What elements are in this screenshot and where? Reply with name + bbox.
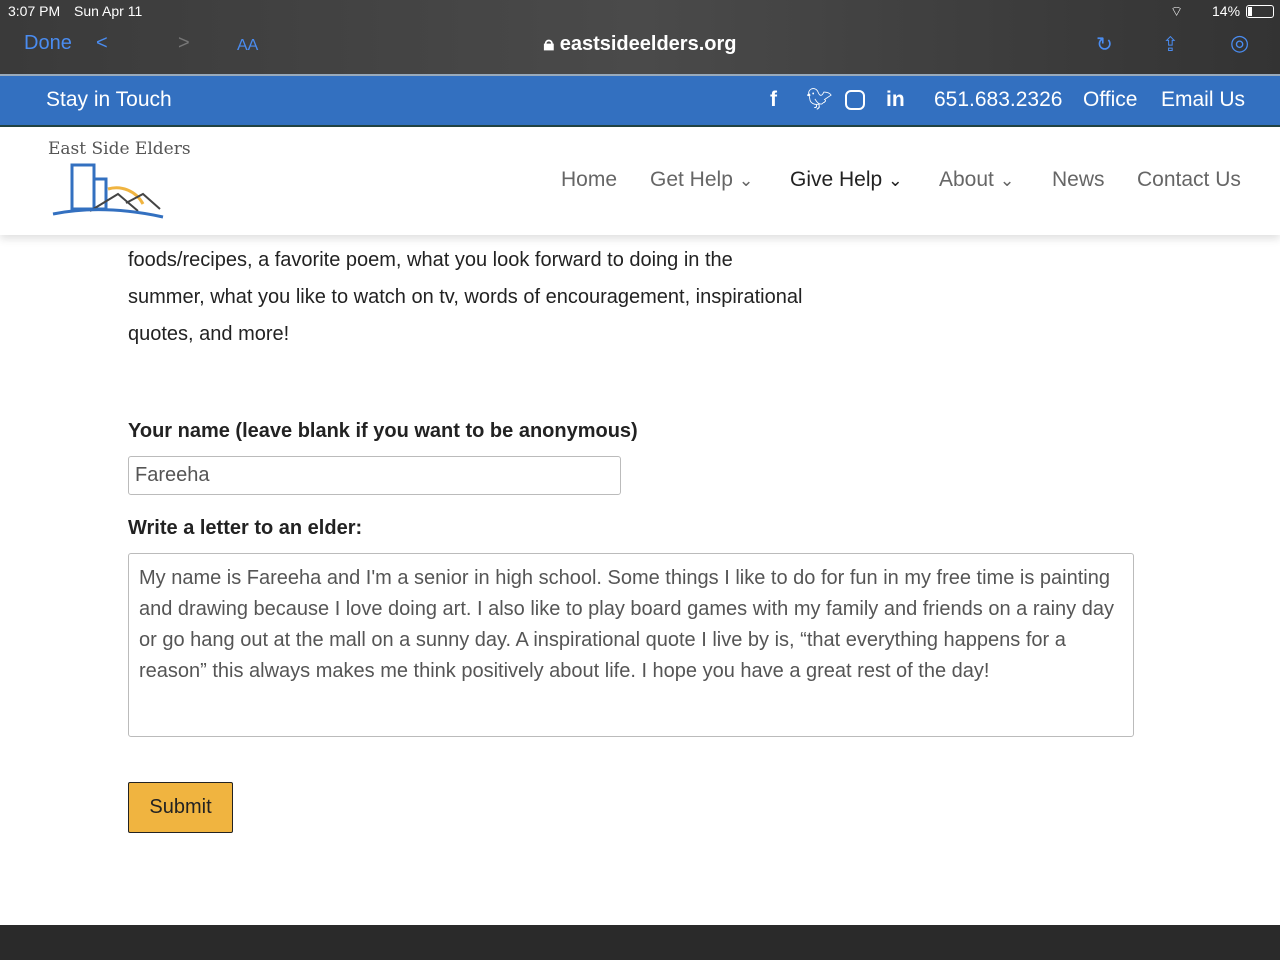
battery-icon bbox=[1246, 5, 1274, 18]
nav-get-help[interactable]: Get Help ⌄ bbox=[650, 168, 753, 192]
chevron-down-icon: ⌄ bbox=[999, 170, 1015, 190]
instagram-icon[interactable] bbox=[845, 90, 865, 110]
browser-chrome: 3:07 PM Sun Apr 11 ⌔ 14% Done < > AA 🔒︎ … bbox=[0, 0, 1280, 74]
letter-label: Write a letter to an elder: bbox=[128, 517, 363, 539]
lock-icon: 🔒︎ bbox=[543, 33, 555, 55]
contact-bar: Stay in Touch f 🐦︎ in 651.683.2326 Offic… bbox=[0, 74, 1280, 127]
footer bbox=[0, 925, 1280, 960]
office-link[interactable]: Office bbox=[1083, 88, 1137, 112]
submit-button[interactable]: Submit bbox=[128, 782, 233, 833]
wifi-icon: ⌔ bbox=[1170, 3, 1184, 19]
chevron-down-icon: ⌄ bbox=[888, 170, 903, 190]
name-label: Your name (leave blank if you want to be… bbox=[128, 420, 638, 442]
compass-icon[interactable]: ◎ bbox=[1230, 30, 1249, 56]
battery-level: 14% bbox=[1212, 3, 1241, 19]
nav-about[interactable]: About ⌄ bbox=[939, 168, 1014, 192]
nav-label: Get Help bbox=[650, 168, 733, 191]
nav-give-help[interactable]: Give Help ⌄ bbox=[790, 168, 903, 192]
reload-icon[interactable]: ↻ bbox=[1096, 32, 1113, 57]
nav-home[interactable]: Home bbox=[561, 168, 617, 192]
logo-text: East Side Elders bbox=[48, 139, 191, 159]
linkedin-icon[interactable]: in bbox=[886, 88, 905, 112]
logo[interactable]: East Side Elders bbox=[48, 139, 191, 224]
logo-graphic bbox=[52, 163, 164, 219]
status-time: 3:07 PM bbox=[8, 3, 61, 19]
nav-label: About bbox=[939, 168, 994, 191]
intro-text: foods/recipes, a favorite poem, what you… bbox=[128, 249, 803, 345]
address-bar[interactable]: 🔒︎ eastsideelders.org bbox=[0, 33, 1280, 56]
email-link[interactable]: Email Us bbox=[1161, 88, 1245, 112]
stay-in-touch: Stay in Touch bbox=[46, 88, 172, 111]
nav-label: Give Help bbox=[790, 168, 883, 191]
status-date: Sun Apr 11 bbox=[74, 3, 143, 19]
letter-textarea[interactable]: My name is Fareeha and I'm a senior in h… bbox=[128, 553, 1134, 737]
url-text: eastsideelders.org bbox=[559, 33, 737, 55]
twitter-icon[interactable]: 🐦︎ bbox=[806, 88, 833, 112]
facebook-icon[interactable]: f bbox=[770, 88, 777, 112]
nav-news[interactable]: News bbox=[1052, 168, 1105, 192]
main-nav: East Side Elders Home Get Help ⌄ Give He… bbox=[0, 127, 1280, 235]
share-icon[interactable]: ⇪ bbox=[1162, 32, 1179, 57]
phone-link[interactable]: 651.683.2326 bbox=[934, 88, 1062, 112]
chevron-down-icon: ⌄ bbox=[738, 170, 754, 190]
name-input[interactable]: Fareeha bbox=[128, 456, 621, 495]
nav-contact[interactable]: Contact Us bbox=[1137, 168, 1241, 192]
